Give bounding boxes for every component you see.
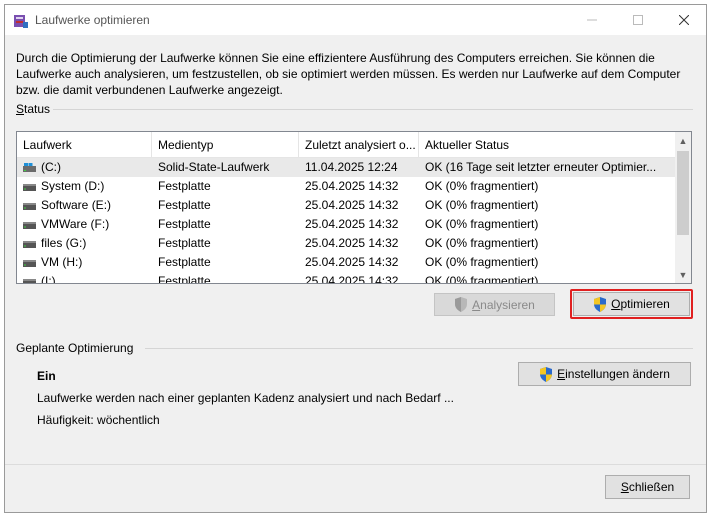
title-bar: Laufwerke optimieren xyxy=(5,5,706,35)
hard-drive-icon xyxy=(23,184,36,191)
hard-drive-icon xyxy=(23,260,36,267)
close-button-label: Schließen xyxy=(620,480,675,494)
schedule-frequency: Häufigkeit: wöchentlich xyxy=(37,413,160,427)
drive-name: (I:) xyxy=(41,274,56,284)
hard-drive-icon xyxy=(23,203,36,210)
analyze-button[interactable]: Analysieren xyxy=(434,293,555,316)
last-analyzed-cell: 25.04.2025 14:32 xyxy=(305,274,399,284)
last-analyzed-cell: 25.04.2025 14:32 xyxy=(305,217,399,231)
drive-name: VM (H:) xyxy=(41,255,83,269)
hard-drive-icon xyxy=(23,279,36,283)
drive-cell: VM (H:) xyxy=(17,253,152,272)
drive-name: System (D:) xyxy=(41,179,105,193)
schedule-state: Ein xyxy=(37,369,56,383)
drive-cell: Software (E:) xyxy=(17,196,152,215)
close-window-button[interactable] xyxy=(661,5,707,35)
status-cell: OK (0% fragmentiert) xyxy=(425,198,539,212)
change-settings-button-label: Einstellungen ändern xyxy=(557,367,670,381)
status-cell: OK (0% fragmentiert) xyxy=(425,179,539,193)
status-cell: OK (0% fragmentiert) xyxy=(425,217,539,231)
scheduled-optimization-label: Geplante Optimierung xyxy=(16,341,134,355)
last-analyzed-cell: 25.04.2025 14:32 xyxy=(305,255,399,269)
table-row[interactable]: (C:) Solid-State-Laufwerk 11.04.2025 12:24… xyxy=(17,158,677,177)
schedule-description: Laufwerke werden nach einer geplanten Ka… xyxy=(37,391,454,405)
minimize-button[interactable] xyxy=(569,5,615,35)
list-body: (C:) Solid-State-Laufwerk 11.04.2025 12:24… xyxy=(17,158,677,284)
maximize-icon xyxy=(633,15,643,25)
change-settings-button[interactable]: Einstellungen ändern xyxy=(518,362,691,386)
window-title: Laufwerke optimieren xyxy=(35,13,150,27)
drive-cell: files (G:) xyxy=(17,234,152,253)
uac-shield-icon xyxy=(540,366,553,382)
close-icon xyxy=(679,15,689,25)
table-row[interactable]: System (D:) Festplatte 25.04.2025 14:32 OK … xyxy=(17,177,677,196)
scroll-down-arrow-icon[interactable]: ▼ xyxy=(675,266,691,283)
list-header: Laufwerk Medientyp Zuletzt analysiert o.… xyxy=(17,132,677,158)
status-section-label: Status xyxy=(16,102,51,116)
status-cell: OK (0% fragmentiert) xyxy=(425,274,539,284)
table-row[interactable]: (I:) Festplatte 25.04.2025 14:32 OK (0% fra… xyxy=(17,272,677,284)
column-header-drive[interactable]: Laufwerk xyxy=(17,132,152,158)
media-type-cell: Solid-State-Laufwerk xyxy=(158,160,270,174)
status-cell: OK (0% fragmentiert) xyxy=(425,255,539,269)
hard-drive-icon xyxy=(23,222,36,229)
last-analyzed-cell: 25.04.2025 14:32 xyxy=(305,236,399,250)
table-row[interactable]: VM (H:) Festplatte 25.04.2025 14:32 OK (0% … xyxy=(17,253,677,272)
maximize-button[interactable] xyxy=(615,5,661,35)
column-header-media-type[interactable]: Medientyp xyxy=(152,132,299,158)
windows-drive-icon xyxy=(23,163,36,172)
media-type-cell: Festplatte xyxy=(158,255,211,269)
minimize-icon xyxy=(587,19,597,21)
media-type-cell: Festplatte xyxy=(158,217,211,231)
scroll-up-arrow-icon[interactable]: ▲ xyxy=(675,132,691,149)
intro-text: Durch die Optimierung der Laufwerke könn… xyxy=(16,51,681,97)
analyze-button-label: Analysieren xyxy=(472,297,535,312)
last-analyzed-cell: 11.04.2025 12:24 xyxy=(305,160,398,174)
table-row[interactable]: VMWare (F:) Festplatte 25.04.2025 14:32 OK … xyxy=(17,215,677,234)
drive-name: Software (E:) xyxy=(41,198,112,212)
drive-name: files (G:) xyxy=(41,236,87,250)
drive-cell: (C:) xyxy=(17,158,152,177)
schedule-separator xyxy=(145,348,693,349)
table-row[interactable]: Software (E:) Festplatte 25.04.2025 14:32 O… xyxy=(17,196,677,215)
table-row[interactable]: files (G:) Festplatte 25.04.2025 14:32 OK (… xyxy=(17,234,677,253)
media-type-cell: Festplatte xyxy=(158,198,211,212)
last-analyzed-cell: 25.04.2025 14:32 xyxy=(305,198,399,212)
status-separator xyxy=(53,109,693,110)
drives-list[interactable]: Laufwerk Medientyp Zuletzt analysiert o.… xyxy=(16,131,692,284)
hard-drive-icon xyxy=(23,241,36,248)
vertical-scrollbar[interactable]: ▲ ▼ xyxy=(675,132,691,283)
status-cell: OK (16 Tage seit letzter erneuter Optimi… xyxy=(425,160,657,174)
column-header-current-status[interactable]: Aktueller Status xyxy=(419,132,677,158)
media-type-cell: Festplatte xyxy=(158,179,211,193)
optimize-drives-window: Laufwerke optimieren Durch die Optimieru… xyxy=(4,4,707,513)
drive-name: VMWare (F:) xyxy=(41,217,110,231)
scrollbar-thumb[interactable] xyxy=(677,151,689,235)
uac-shield-icon xyxy=(455,297,468,312)
drive-cell: System (D:) xyxy=(17,177,152,196)
close-button[interactable]: Schließen xyxy=(605,475,690,499)
drive-cell: (I:) xyxy=(17,272,152,284)
footer-separator xyxy=(5,464,706,465)
optimize-button-highlight xyxy=(570,289,693,319)
drive-cell: VMWare (F:) xyxy=(17,215,152,234)
drive-name: (C:) xyxy=(41,160,61,174)
column-header-last-analyzed[interactable]: Zuletzt analysiert o... xyxy=(299,132,419,158)
media-type-cell: Festplatte xyxy=(158,274,211,284)
defrag-app-icon xyxy=(14,15,28,28)
media-type-cell: Festplatte xyxy=(158,236,211,250)
last-analyzed-cell: 25.04.2025 14:32 xyxy=(305,179,399,193)
status-cell: OK (0% fragmentiert) xyxy=(425,236,539,250)
